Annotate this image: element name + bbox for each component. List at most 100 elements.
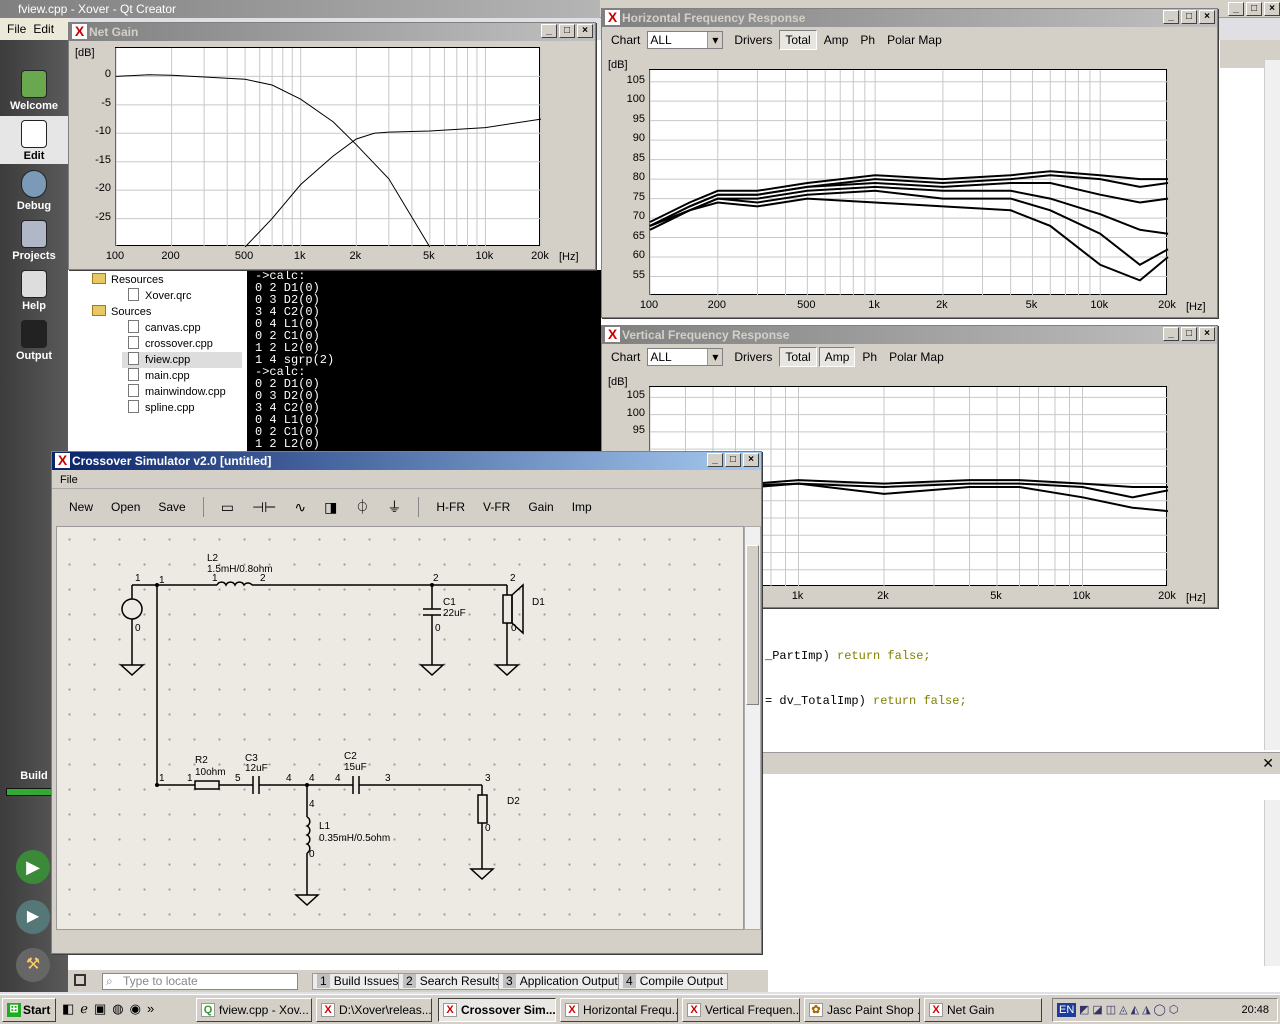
quick-launch-icon[interactable]: ◍ [112, 1001, 123, 1017]
sim-menubar: File [52, 471, 761, 489]
resistor-tool-icon[interactable]: ▭ [216, 497, 239, 518]
tree-resources[interactable]: Resources [92, 272, 164, 288]
close-output-icon[interactable]: ✕ [1262, 755, 1274, 772]
total-button[interactable]: Total [779, 347, 817, 367]
tree-file[interactable]: spline.cpp [128, 400, 195, 416]
tab-search-results[interactable]: 2 Search Results [398, 973, 507, 990]
start-button[interactable]: ⊞ Start [2, 998, 56, 1022]
tab-compile-output[interactable]: 4 Compile Output [618, 973, 729, 990]
phase-button[interactable]: Ph [855, 31, 880, 49]
quick-launch-icon[interactable]: ◧ [62, 1001, 74, 1017]
hfr-view-button[interactable]: H-FR [431, 498, 470, 516]
minimize-button[interactable]: _ [1163, 10, 1179, 24]
mode-edit[interactable]: Edit [0, 116, 68, 164]
menu-edit[interactable]: Edit [33, 22, 54, 36]
tree-file[interactable]: main.cpp [128, 368, 190, 384]
language-indicator[interactable]: EN [1057, 1003, 1077, 1017]
qt-maximize-button[interactable]: □ [1246, 2, 1262, 16]
close-button[interactable]: × [1199, 327, 1215, 341]
vfr-title-bar[interactable]: X Vertical Frequency Response _ □ × [602, 326, 1217, 344]
media-icon[interactable]: ◉ [130, 1001, 141, 1017]
maximize-button[interactable]: □ [1181, 10, 1197, 24]
net-gain-title-bar[interactable]: X Net Gain _ □ × [69, 23, 595, 41]
scrollbar-thumb[interactable] [746, 545, 759, 705]
editor-scrollbar[interactable] [1264, 60, 1280, 750]
tree-file[interactable]: mainwindow.cpp [128, 384, 226, 400]
drivers-button[interactable]: Drivers [729, 348, 777, 366]
phase-button[interactable]: Ph [857, 348, 882, 366]
edit-icon [21, 120, 47, 148]
task-console[interactable]: X D:\Xover\releas... [316, 998, 432, 1022]
tree-file[interactable]: crossover.cpp [128, 336, 213, 352]
close-button[interactable]: × [577, 24, 593, 38]
inductor-tool-icon[interactable]: ∿ [289, 497, 311, 518]
chart-select[interactable]: ALL [647, 348, 724, 366]
hfr-title-bar[interactable]: X Horizontal Frequency Response _ □ × [602, 9, 1217, 27]
amp-button[interactable]: Amp [818, 347, 856, 367]
locator-input[interactable]: ⌕ Type to locate [102, 973, 298, 990]
mode-output[interactable]: Output [0, 316, 68, 364]
label-R2: R2 [195, 755, 208, 766]
polar-map-button[interactable]: Polar Map [882, 31, 947, 49]
menu-file[interactable]: File [7, 22, 26, 36]
impedance-view-button[interactable]: Imp [567, 498, 597, 516]
minimize-button[interactable]: _ [1163, 327, 1179, 341]
sidebar-toggle-icon[interactable] [74, 974, 86, 986]
close-button[interactable]: × [1199, 10, 1215, 24]
task-qt-creator[interactable]: Qfview.cpp - Xov... [196, 998, 312, 1022]
net-gain-plot [115, 47, 542, 248]
y-tick-label: 100 [626, 406, 645, 419]
save-button[interactable]: Save [153, 498, 190, 516]
resistor-R2 [194, 780, 220, 790]
mode-projects[interactable]: Projects [0, 216, 68, 264]
ground-tool-icon[interactable]: ⏚ [382, 495, 406, 519]
tree-sources[interactable]: Sources [92, 304, 151, 320]
polar-map-button[interactable]: Polar Map [884, 348, 949, 366]
vfr-view-button[interactable]: V-FR [478, 498, 515, 516]
task-vertical-fr[interactable]: X Vertical Frequen... [682, 998, 800, 1022]
qt-close-button[interactable]: × [1264, 2, 1280, 16]
y-tick-label: -15 [95, 153, 111, 166]
minimize-button[interactable]: _ [707, 453, 723, 467]
capacitor-tool-icon[interactable]: ⊣⊢ [247, 497, 281, 518]
tab-application-output[interactable]: 3 Application Output [498, 973, 623, 990]
tree-file-selected[interactable]: fview.cpp [122, 352, 242, 368]
ie-icon[interactable]: ℯ [80, 1001, 88, 1017]
task-crossover-sim[interactable]: X Crossover Sim... [438, 998, 556, 1022]
qt-minimize-button[interactable]: _ [1228, 2, 1244, 16]
total-button[interactable]: Total [779, 30, 817, 50]
source-tool-icon[interactable]: ⏀ [350, 495, 374, 519]
mode-debug[interactable]: Debug [0, 166, 68, 214]
tree-file[interactable]: canvas.cpp [128, 320, 201, 336]
maximize-button[interactable]: □ [559, 24, 575, 38]
open-button[interactable]: Open [106, 498, 145, 516]
mode-help[interactable]: Help [0, 266, 68, 314]
run-icon[interactable]: ▶ [16, 850, 50, 884]
debug-run-icon[interactable]: ▶ [16, 900, 50, 934]
task-paint-shop[interactable]: ✿ Jasc Paint Shop ... [804, 998, 920, 1022]
minimize-button[interactable]: _ [541, 24, 557, 38]
build-hammer-icon[interactable]: ⚒ [16, 948, 50, 982]
task-net-gain[interactable]: X Net Gain [924, 998, 1042, 1022]
maximize-button[interactable]: □ [725, 453, 741, 467]
canvas-scrollbar[interactable] [744, 526, 761, 930]
mode-welcome[interactable]: Welcome [0, 66, 68, 114]
cmd-icon[interactable]: ▣ [94, 1001, 106, 1017]
chart-select[interactable]: ALL [647, 31, 724, 49]
amp-button[interactable]: Amp [819, 31, 854, 49]
tray-icons[interactable]: ◩◪◫◬◭◮◯⬡ [1079, 999, 1181, 1021]
drivers-button[interactable]: Drivers [729, 31, 777, 49]
tree-file-qrc[interactable]: Xover.qrc [128, 288, 191, 304]
driver-tool-icon[interactable]: ◨ [319, 497, 342, 518]
task-horizontal-fr[interactable]: X Horizontal Frequ... [560, 998, 678, 1022]
more-icon[interactable]: » [147, 1001, 154, 1017]
close-button[interactable]: × [743, 453, 759, 467]
schematic-canvas[interactable]: 1 1 L2 1.5mH/0.8ohm 1 2 2 2 D1 C1 22uF 0 0 0 1 1 R2 10ohm… [56, 526, 744, 930]
sim-title-bar[interactable]: X Crossover Simulator v2.0 [untitled] _ □ × [52, 452, 761, 470]
menu-file[interactable]: File [60, 474, 78, 486]
output-scrollbar[interactable] [1264, 800, 1280, 966]
gain-view-button[interactable]: Gain [523, 498, 558, 516]
new-button[interactable]: New [64, 498, 98, 516]
tab-build-issues[interactable]: 1 Build Issues [312, 973, 404, 990]
maximize-button[interactable]: □ [1181, 327, 1197, 341]
